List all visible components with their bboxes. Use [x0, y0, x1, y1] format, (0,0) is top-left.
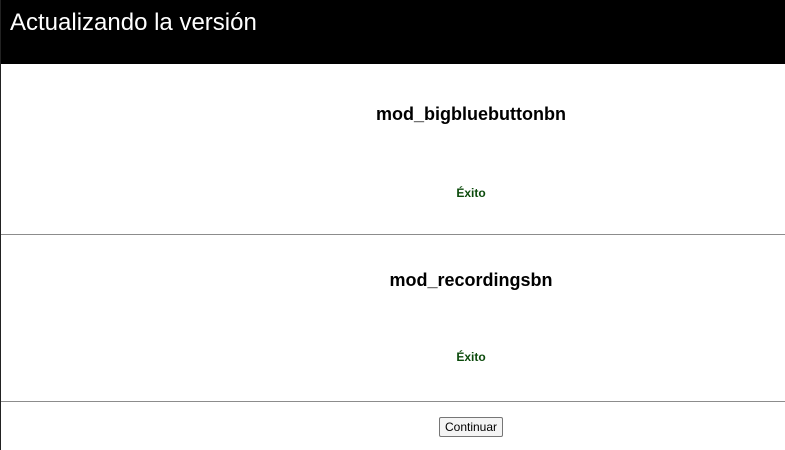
continue-container: Continuar [1, 417, 785, 437]
continue-button[interactable]: Continuar [438, 417, 504, 437]
status-success: Éxito [456, 186, 486, 200]
page-title: Actualizando la versión [10, 9, 257, 36]
status-success: Éxito [456, 350, 486, 364]
plugin-name: mod_bigbluebuttonbn [376, 104, 566, 124]
section-divider [1, 234, 785, 235]
plugin-name: mod_recordingsbn [389, 270, 553, 290]
upgrade-page: Actualizando la versión mod_bigbluebutto… [0, 0, 785, 450]
page-header: Actualizando la versión [1, 0, 785, 64]
section-divider [1, 401, 785, 402]
